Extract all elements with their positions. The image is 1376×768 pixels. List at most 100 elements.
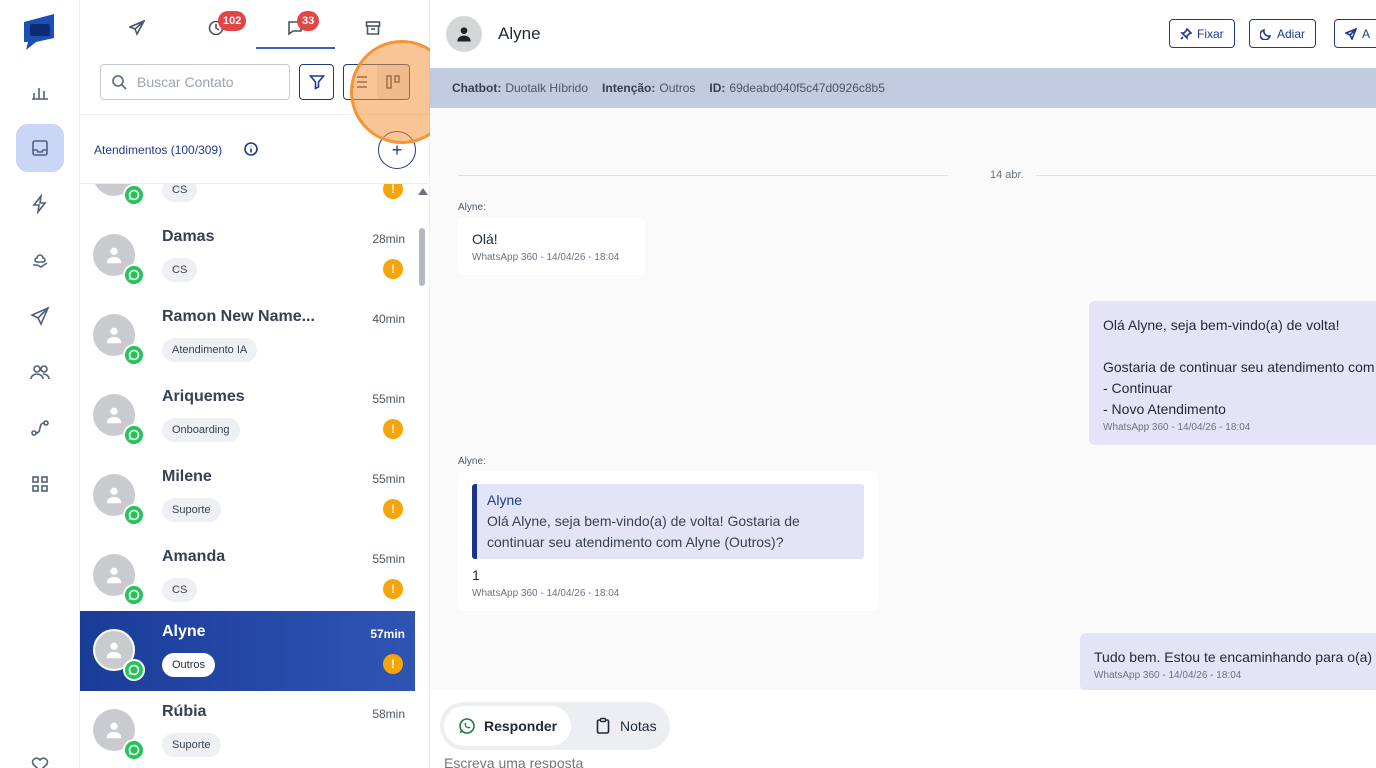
- department-tag: CS: [162, 184, 198, 202]
- send-icon: [1345, 27, 1357, 40]
- warning-icon: !: [383, 654, 403, 674]
- user-icon: [457, 27, 471, 42]
- elapsed-time: 57min: [370, 627, 405, 641]
- lightning-icon: [32, 194, 47, 214]
- warning-icon: !: [383, 184, 403, 199]
- nav-handshake[interactable]: [16, 236, 64, 284]
- route-icon: [31, 420, 49, 436]
- conversation-items: CS ! Damas 28min CS ! Ramon New Name... …: [80, 184, 415, 768]
- whatsapp-icon: [128, 349, 140, 361]
- scroll-thumb[interactable]: [419, 228, 425, 286]
- department-tag: CS: [162, 258, 198, 282]
- filter-button[interactable]: [299, 64, 334, 100]
- quoted-message[interactable]: Alyne Olá Alyne, seja bem-vindo(a) de vo…: [472, 484, 864, 559]
- hand-cloud-icon: [33, 254, 48, 268]
- tab-sent[interactable]: [117, 10, 157, 46]
- warning-icon: !: [383, 419, 403, 439]
- scroll-up-arrow-icon[interactable]: [418, 188, 428, 195]
- tab-history[interactable]: 102: [196, 10, 247, 46]
- whatsapp-icon: [128, 269, 140, 281]
- message-meta: WhatsApp 360 - 14/04/26 - 18:04: [472, 588, 620, 599]
- icon-rail: [0, 0, 80, 768]
- active-tab-indicator: [256, 47, 335, 49]
- nav-campaigns[interactable]: [16, 292, 64, 340]
- nav-apps[interactable]: [16, 460, 64, 508]
- contact-avatar[interactable]: [446, 16, 482, 52]
- pin-button[interactable]: Fixar: [1169, 19, 1235, 48]
- whatsapp-badge: [123, 504, 145, 526]
- postpone-button-label: Adiar: [1277, 26, 1306, 41]
- conversation-item-selected[interactable]: Alyne 57min Outros !: [80, 611, 415, 691]
- chat-panel: Alyne Fixar Adiar A Chatbot: Duotalk Híb…: [430, 0, 1376, 768]
- nav-automations[interactable]: [16, 180, 64, 228]
- info-icon: [244, 142, 258, 156]
- divider-line: [1036, 175, 1376, 176]
- quoted-text: Olá Alyne, seja bem-vindo(a) de volta! G…: [487, 513, 800, 550]
- whatsapp-badge: [123, 344, 145, 366]
- divider-line: [458, 175, 948, 176]
- tab-archived[interactable]: [353, 10, 393, 46]
- elapsed-time: 55min: [372, 552, 405, 566]
- contact-name: Damas: [162, 228, 215, 245]
- nav-reports[interactable]: [16, 68, 64, 116]
- message-text: Olá!: [472, 231, 498, 247]
- reply-input[interactable]: [444, 755, 944, 768]
- user-icon: [106, 642, 122, 659]
- list-scrollbar[interactable]: [417, 184, 428, 768]
- date-divider: 14 abr.: [458, 168, 1376, 182]
- chatbot-label: Chatbot:: [452, 81, 502, 95]
- history-count-badge: 102: [218, 11, 247, 31]
- elapsed-time: 40min: [372, 312, 405, 326]
- tab-chats[interactable]: 33: [275, 10, 320, 46]
- nav-inbox[interactable]: [16, 124, 64, 172]
- reply-tab[interactable]: Responder: [444, 706, 572, 746]
- filter-icon: [308, 75, 325, 90]
- user-icon: [106, 487, 122, 504]
- pin-icon: [1180, 27, 1192, 40]
- whatsapp-badge: [123, 584, 145, 606]
- app-logo[interactable]: [20, 12, 60, 52]
- nav-flows[interactable]: [16, 404, 64, 452]
- composer-mode-tabs: Responder Notas: [440, 702, 670, 750]
- search-box[interactable]: [100, 64, 290, 100]
- whatsapp-badge: [123, 184, 145, 206]
- contact-name: Alyne: [162, 623, 206, 640]
- department-tag: Atendimento IA: [162, 338, 258, 362]
- incoming-message: Olá! WhatsApp 360 - 14/04/26 - 18:04: [458, 217, 645, 275]
- whatsapp-icon: [128, 509, 140, 521]
- search-input[interactable]: [137, 74, 287, 90]
- user-icon: [103, 184, 125, 186]
- whatsapp-icon: [459, 718, 475, 734]
- archive-icon: [365, 21, 381, 35]
- postpone-button[interactable]: Adiar: [1249, 19, 1317, 48]
- info-button[interactable]: [244, 142, 258, 156]
- message-sender: Alyne:: [458, 202, 486, 213]
- contact-name: Ariquemes: [162, 388, 245, 405]
- conversations-count-title: Atendimentos (100/309): [94, 143, 223, 157]
- notes-tab[interactable]: Notas: [580, 706, 671, 746]
- elapsed-time: 28min: [372, 232, 405, 246]
- kanban-view-button[interactable]: [376, 65, 409, 99]
- list-view-button[interactable]: [344, 65, 377, 99]
- pin-button-label: Fixar: [1197, 26, 1224, 41]
- department-tag: Outros: [162, 653, 216, 677]
- conversation-item[interactable]: Rúbia 58min Suporte: [80, 691, 415, 768]
- warning-icon: !: [383, 259, 403, 279]
- whatsapp-badge: [123, 659, 145, 681]
- message-meta: WhatsApp 360 - 14/04/26 - 18:04: [1094, 670, 1242, 681]
- conversation-item[interactable]: Ariquemes 55min Onboarding !: [80, 376, 415, 456]
- add-conversation-button[interactable]: +: [378, 131, 416, 169]
- forward-button-label: A: [1362, 26, 1371, 41]
- conversation-item[interactable]: Damas 28min CS !: [80, 216, 415, 296]
- conversation-item[interactable]: Ramon New Name... 40min Atendimento IA: [80, 296, 415, 376]
- conversation-item[interactable]: Milene 55min Suporte !: [80, 456, 415, 536]
- forward-button[interactable]: A: [1334, 19, 1376, 48]
- conversation-item[interactable]: Amanda 55min CS !: [80, 536, 415, 616]
- nav-contacts[interactable]: [16, 348, 64, 396]
- grid-icon: [32, 476, 48, 492]
- list-header: Atendimentos (100/309) +: [80, 114, 429, 184]
- conversation-item[interactable]: CS !: [80, 184, 415, 216]
- clipboard-icon: [596, 717, 610, 734]
- nav-help[interactable]: [16, 740, 64, 768]
- department-tag: CS: [162, 578, 198, 602]
